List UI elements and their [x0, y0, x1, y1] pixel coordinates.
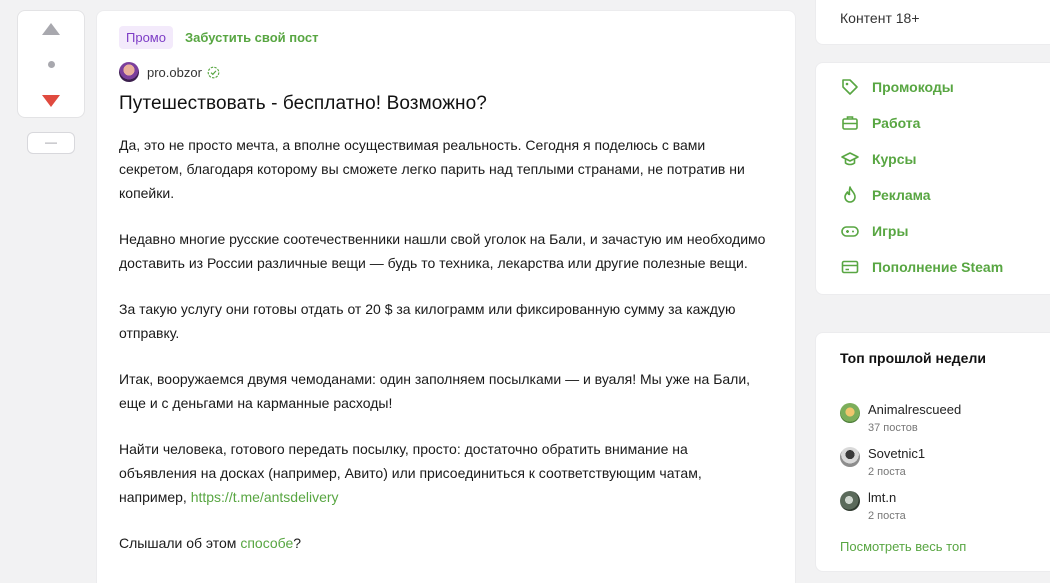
- sidebar-item-label: Реклама: [872, 187, 931, 203]
- boost-post-link[interactable]: Забустить свой пост: [185, 30, 319, 45]
- user-post-count: 37 постов: [868, 422, 918, 434]
- top-week-card: Топ прошлой недели Animalrescueed 37 пос…: [815, 332, 1050, 572]
- post-title[interactable]: Путешествовать - бесплатно! Возможно?: [119, 93, 487, 115]
- post-paragraph: Итак, вооружаемся двумя чемоданами: один…: [119, 371, 751, 411]
- content-filter-card: Контент 18+: [815, 0, 1050, 45]
- author-name[interactable]: pro.obzor: [147, 65, 202, 80]
- user-name[interactable]: Animalrescueed: [868, 402, 961, 418]
- sidebar-item-ads[interactable]: Реклама: [840, 185, 931, 205]
- sidebar-item-label: Работа: [872, 115, 921, 131]
- user-name[interactable]: Sovetnic1: [868, 446, 925, 462]
- user-post-count: 2 поста: [868, 510, 906, 522]
- sidebar-item-games[interactable]: Игры: [840, 221, 908, 241]
- post-paragraph: За такую услугу они готовы отдать от 20 …: [119, 301, 736, 341]
- post-body: Да, это не просто мечта, а вполне осущес…: [119, 133, 769, 577]
- sidebar-menu: Промокоды Работа Курсы Реклама Игры Попо…: [815, 62, 1050, 295]
- upvote-icon[interactable]: [42, 23, 60, 35]
- user-name[interactable]: lmt.n: [868, 490, 906, 506]
- downvote-icon[interactable]: [42, 95, 60, 107]
- sidebar-item-label: Пополнение Steam: [872, 259, 1004, 275]
- briefcase-icon: [842, 116, 858, 130]
- post-card: Промо Забустить свой пост pro.obzor Путе…: [96, 10, 796, 583]
- top-user-row[interactable]: Animalrescueed 37 постов: [840, 402, 961, 436]
- sidebar-item-promocodes[interactable]: Промокоды: [840, 77, 954, 97]
- user-post-count: 2 поста: [868, 466, 906, 478]
- vote-panel: [17, 10, 85, 118]
- graduation-cap-icon: [841, 152, 859, 166]
- author-avatar[interactable]: [119, 62, 139, 82]
- sidebar-item-label: Курсы: [872, 151, 917, 167]
- post-paragraph: Слышали об этом способе?: [119, 531, 769, 555]
- sidebar-item-label: Игры: [872, 223, 909, 239]
- content-18-toggle[interactable]: Контент 18+: [840, 10, 920, 26]
- see-all-top-link[interactable]: Посмотреть весь топ: [840, 539, 966, 554]
- verified-icon: [207, 66, 220, 78]
- collapse-button[interactable]: —: [27, 132, 75, 154]
- paragraph-text: Слышали об этом: [119, 535, 241, 551]
- sidebar-item-steam-topup[interactable]: Пополнение Steam: [840, 257, 1003, 277]
- method-link[interactable]: способе: [240, 535, 293, 551]
- card-icon: [841, 260, 859, 274]
- user-avatar[interactable]: [840, 403, 860, 423]
- rating-dot: [48, 61, 55, 68]
- gamepad-icon: [841, 226, 859, 237]
- promo-badge: Промо: [119, 26, 173, 49]
- promo-row: Промо Забустить свой пост: [119, 26, 319, 49]
- post-paragraph: Да, это не просто мечта, а вполне осущес…: [119, 137, 745, 201]
- top-user-row[interactable]: lmt.n 2 поста: [840, 490, 906, 524]
- user-avatar[interactable]: [840, 447, 860, 467]
- post-paragraph: Найти человека, готового передать посылк…: [119, 437, 769, 509]
- flame-icon: [844, 186, 856, 203]
- telegram-link[interactable]: https://t.me/antsdelivery: [191, 489, 339, 505]
- sidebar-item-jobs[interactable]: Работа: [840, 113, 920, 133]
- paragraph-text: ?: [293, 535, 302, 551]
- post-paragraph: Недавно многие русские соотечественники …: [119, 231, 766, 271]
- tag-icon: [842, 79, 858, 95]
- top-user-row[interactable]: Sovetnic1 2 поста: [840, 446, 925, 480]
- top-week-title: Топ прошлой недели: [840, 350, 986, 366]
- user-avatar[interactable]: [840, 491, 860, 511]
- sidebar-item-courses[interactable]: Курсы: [840, 149, 916, 169]
- sidebar-item-label: Промокоды: [872, 79, 954, 95]
- author-row[interactable]: pro.obzor: [119, 62, 220, 82]
